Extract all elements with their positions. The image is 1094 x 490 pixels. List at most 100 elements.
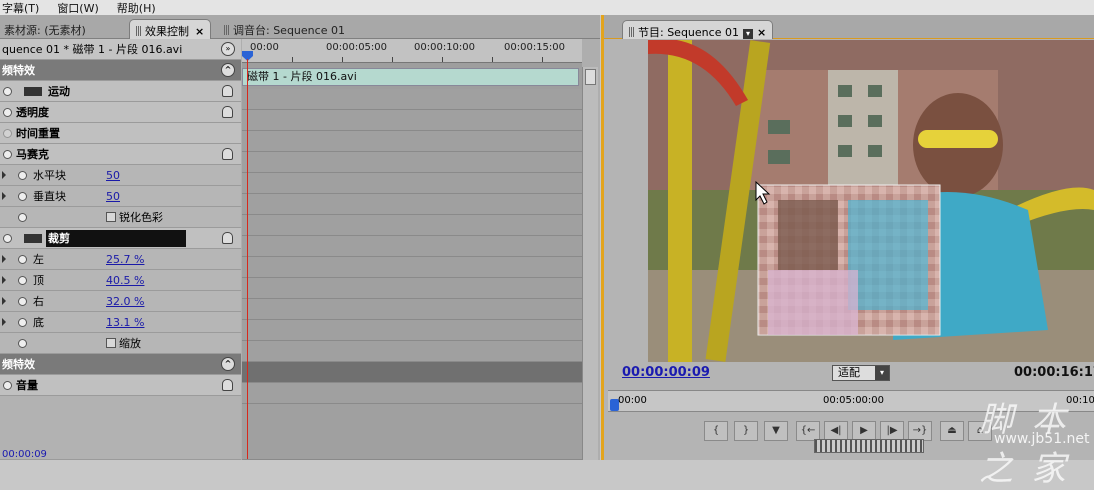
effect-opacity[interactable]: 透明度 xyxy=(0,102,241,123)
tick-label: 00:00 xyxy=(618,395,647,406)
prop-right: 右 32.0 % xyxy=(0,291,241,312)
reset-icon[interactable] xyxy=(222,148,233,160)
jog-slider[interactable] xyxy=(814,439,924,453)
fit-select[interactable]: 适配 ▾ xyxy=(832,365,890,381)
video-frame[interactable] xyxy=(648,40,1094,362)
sequence-label: quence 01 * 磁带 1 - 片段 016.avi xyxy=(2,43,183,56)
effect-crop[interactable]: 裁剪 xyxy=(0,228,241,249)
effect-time-remap[interactable]: 时间重置 xyxy=(0,123,241,144)
timeline-ruler[interactable]: 00:00 00:00:05:00 00:00:10:00 00:00:15:0… xyxy=(242,39,582,63)
effect-mosaic[interactable]: 马赛克 xyxy=(0,144,241,165)
audio-effects-header: 频特效 ^ xyxy=(0,354,241,375)
play-icon[interactable]: ▶ xyxy=(852,421,876,441)
stopwatch-icon[interactable] xyxy=(18,191,27,201)
toggle-icon[interactable] xyxy=(3,149,12,159)
effect-label: 透明度 xyxy=(16,106,49,119)
expand-icon[interactable] xyxy=(2,276,6,284)
mark-in-icon[interactable]: { xyxy=(704,421,728,441)
current-timecode[interactable]: 00:00:00:09 xyxy=(622,365,710,380)
step-forward-icon[interactable]: |▶ xyxy=(880,421,904,441)
prop-horizontal-blocks: 水平块 50 xyxy=(0,165,241,186)
prop-value[interactable]: 50 xyxy=(106,190,120,203)
expand-icon[interactable] xyxy=(2,318,6,326)
reset-icon[interactable] xyxy=(222,232,233,244)
tick-label: 00:00:05:00 xyxy=(326,42,388,53)
tab-effect-controls[interactable]: 效果控制 × xyxy=(129,19,211,39)
vertical-scrollbar[interactable] xyxy=(582,67,598,460)
chevron-down-icon: ▾ xyxy=(875,366,889,380)
tab-audio-mixer[interactable]: 调音台: Sequence 01 xyxy=(218,19,378,39)
effect-controls-panel: 素材源: (无素材) 效果控制 × 调音台: Sequence 01 quence… xyxy=(0,15,600,460)
stopwatch-icon[interactable] xyxy=(18,254,27,264)
toggle-icon[interactable] xyxy=(3,233,12,243)
prop-label: 水平块 xyxy=(33,169,66,182)
crop-icon xyxy=(24,233,42,243)
playhead-line[interactable] xyxy=(247,59,248,459)
reset-icon[interactable] xyxy=(222,106,233,118)
tick-label: 00:05:00:00 xyxy=(823,395,885,406)
stopwatch-icon[interactable] xyxy=(18,338,27,348)
expand-icon[interactable] xyxy=(2,192,6,200)
reset-icon[interactable] xyxy=(222,379,233,391)
program-monitor: 节目: Sequence 01 ▾ × 00:00:00:09 适配 ▾ 00:… xyxy=(601,15,1094,489)
prop-label: 垂直块 xyxy=(33,190,66,203)
effect-motion[interactable]: 运动 xyxy=(0,81,241,102)
menu-subtitle[interactable]: 字幕(T) xyxy=(2,0,39,16)
effect-volume[interactable]: 音量 xyxy=(0,375,241,396)
motion-icon xyxy=(24,86,42,96)
stopwatch-icon[interactable] xyxy=(18,275,27,285)
bottom-timecode[interactable]: 00:00:09 xyxy=(2,449,47,460)
video-effects-header: 频特效 ^ xyxy=(0,60,241,81)
prop-value[interactable]: 32.0 % xyxy=(106,295,144,308)
goto-out-icon[interactable]: →} xyxy=(908,421,932,441)
toggle-icon[interactable] xyxy=(3,380,12,390)
prop-sharpen: 锐化色彩 xyxy=(0,207,241,228)
prop-zoom: 缩放 xyxy=(0,333,241,354)
stopwatch-icon[interactable] xyxy=(18,170,27,180)
expand-icon[interactable] xyxy=(2,255,6,263)
toggle-icon[interactable] xyxy=(3,107,12,117)
prop-value[interactable]: 40.5 % xyxy=(106,274,144,287)
effects-list: quence 01 * 磁带 1 - 片段 016.avi » 频特效 ^ 运动… xyxy=(0,39,241,460)
close-icon[interactable]: × xyxy=(195,25,204,38)
dropdown-icon[interactable]: ▾ xyxy=(742,29,753,39)
menu-help[interactable]: 帮助(H) xyxy=(117,0,156,16)
grip-icon xyxy=(136,26,141,36)
expand-icon[interactable] xyxy=(2,171,6,179)
tab-source[interactable]: 素材源: (无素材) xyxy=(0,19,126,39)
prop-value[interactable]: 25.7 % xyxy=(106,253,144,266)
lift-icon[interactable]: ⏏ xyxy=(940,421,964,441)
tick-label: 00:00:10:00 xyxy=(414,42,476,53)
stopwatch-icon[interactable] xyxy=(18,296,27,306)
watermark-url: www.jb51.net xyxy=(994,431,1090,447)
toggle-icon xyxy=(3,128,12,138)
stopwatch-icon[interactable] xyxy=(18,317,27,327)
zoom-checkbox[interactable]: 缩放 xyxy=(106,335,141,351)
tick-label: 00:00 xyxy=(250,42,279,53)
audio-effects-label: 频特效 xyxy=(2,358,35,371)
expand-icon[interactable] xyxy=(2,297,6,305)
prop-value[interactable]: 50 xyxy=(106,169,120,182)
menu-window[interactable]: 窗口(W) xyxy=(57,0,98,16)
effect-label-selected[interactable]: 裁剪 xyxy=(46,230,186,247)
prop-value[interactable]: 13.1 % xyxy=(106,316,144,329)
collapse-icon[interactable]: ^ xyxy=(221,357,235,371)
show-timeline-icon[interactable]: » xyxy=(221,42,235,56)
goto-in-icon[interactable]: {← xyxy=(796,421,820,441)
step-back-icon[interactable]: ◀| xyxy=(824,421,848,441)
monitor-tabs: 节目: Sequence 01 ▾ × xyxy=(604,15,1094,39)
video-image xyxy=(648,40,1094,362)
tab-program[interactable]: 节目: Sequence 01 ▾ × xyxy=(622,20,774,39)
clip-bar[interactable]: 磁带 1 - 片段 016.avi xyxy=(242,68,579,86)
tick-label: 00:00:15:00 xyxy=(504,42,566,53)
reset-icon[interactable] xyxy=(222,85,233,97)
close-icon[interactable]: × xyxy=(757,26,766,39)
stopwatch-icon[interactable] xyxy=(18,212,27,222)
scroll-thumb[interactable] xyxy=(585,69,596,85)
toggle-icon[interactable] xyxy=(3,86,12,96)
collapse-icon[interactable]: ^ xyxy=(221,63,235,77)
marker-icon[interactable]: ▼ xyxy=(764,421,788,441)
menu-bar: 字幕(T) 窗口(W) 帮助(H) xyxy=(0,0,1094,15)
sharpen-checkbox[interactable]: 锐化色彩 xyxy=(106,209,163,225)
mark-out-icon[interactable]: } xyxy=(734,421,758,441)
